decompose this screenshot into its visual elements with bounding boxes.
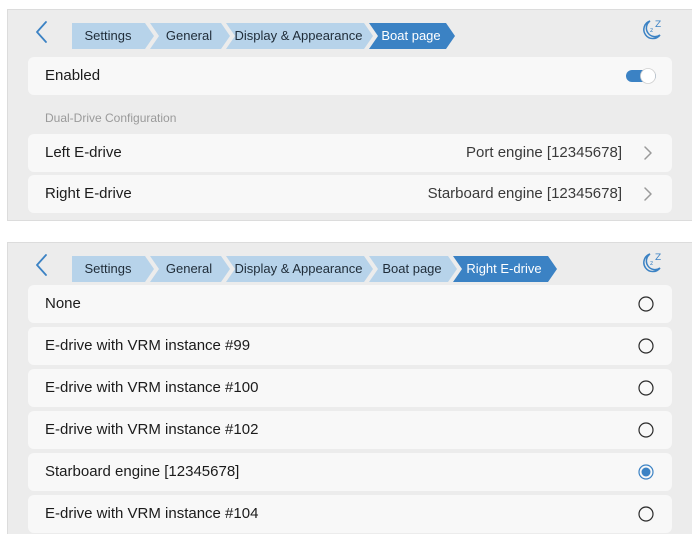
radio-button-icon[interactable] (638, 422, 654, 438)
chevron-left-icon[interactable] (28, 18, 56, 46)
breadcrumb-display-appearance[interactable]: Display & Appearance (226, 23, 373, 49)
option-row-none[interactable]: None (28, 285, 672, 323)
option-row-vrm-99[interactable]: E-drive with VRM instance #99 (28, 327, 672, 365)
option-row-vrm-104[interactable]: E-drive with VRM instance #104 (28, 495, 672, 533)
toolbar: Settings General Display & Appearance Bo… (8, 10, 692, 54)
left-edrive-value: Port engine [12345678] (466, 144, 622, 161)
svg-text:z: z (650, 260, 653, 267)
breadcrumb-label: Display & Appearance (234, 28, 363, 43)
radio-button-icon[interactable] (638, 464, 654, 480)
breadcrumb-label: General (165, 28, 213, 43)
breadcrumb-general[interactable]: General (150, 23, 230, 49)
breadcrumb-settings[interactable]: Settings (72, 23, 154, 49)
sleep-icon[interactable]: z Z (638, 16, 666, 44)
right-edrive-selection-panel: Settings General Display & Appearance Bo… (8, 243, 692, 534)
radio-button-icon[interactable] (638, 506, 654, 522)
right-edrive-label: Right E-drive (45, 185, 132, 202)
enabled-label: Enabled (45, 67, 101, 84)
radio-button-icon[interactable] (638, 338, 654, 354)
breadcrumb-label: Boat page (382, 261, 442, 276)
breadcrumb-label: Right E-drive (466, 261, 542, 276)
toolbar: Settings General Display & Appearance Bo… (8, 243, 692, 287)
breadcrumb-label: General (165, 261, 213, 276)
breadcrumb-settings[interactable]: Settings (72, 256, 154, 282)
toggle-switch-icon[interactable] (626, 68, 656, 84)
breadcrumb-boat-page[interactable]: Boat page (369, 256, 457, 282)
option-label: E-drive with VRM instance #104 (45, 505, 259, 522)
breadcrumb-label: Display & Appearance (234, 261, 363, 276)
option-label: Starboard engine [12345678] (45, 463, 240, 480)
option-row-vrm-102[interactable]: E-drive with VRM instance #102 (28, 411, 672, 449)
left-edrive-row[interactable]: Left E-drive Port engine [12345678] (28, 134, 672, 172)
option-label: E-drive with VRM instance #102 (45, 421, 259, 438)
breadcrumb-general[interactable]: General (150, 256, 230, 282)
option-row-vrm-100[interactable]: E-drive with VRM instance #100 (28, 369, 672, 407)
breadcrumb-right-edrive[interactable]: Right E-drive (453, 256, 557, 282)
option-label: E-drive with VRM instance #99 (45, 337, 251, 354)
boat-page-settings-panel: Settings General Display & Appearance Bo… (8, 10, 692, 220)
chevron-right-icon (644, 146, 652, 160)
svg-text:z: z (650, 27, 653, 34)
right-edrive-value: Starboard engine [12345678] (427, 185, 622, 202)
radio-button-icon[interactable] (638, 380, 654, 396)
chevron-left-icon[interactable] (28, 251, 56, 279)
chevron-right-icon (644, 187, 652, 201)
right-edrive-row[interactable]: Right E-drive Starboard engine [12345678… (28, 175, 672, 213)
svg-text:Z: Z (655, 20, 661, 30)
breadcrumb-label: Settings (84, 261, 132, 276)
svg-text:Z: Z (655, 253, 661, 263)
enabled-row[interactable]: Enabled (28, 57, 672, 95)
breadcrumb-label: Boat page (381, 28, 441, 43)
option-row-starboard-engine[interactable]: Starboard engine [12345678] (28, 453, 672, 491)
sleep-icon[interactable]: z Z (638, 249, 666, 277)
option-label: None (45, 295, 81, 312)
radio-button-icon[interactable] (638, 296, 654, 312)
left-edrive-label: Left E-drive (45, 144, 122, 161)
breadcrumb-label: Settings (84, 28, 132, 43)
section-header-dual-drive: Dual-Drive Configuration (45, 111, 177, 125)
breadcrumb-boat-page[interactable]: Boat page (369, 23, 455, 49)
option-label: E-drive with VRM instance #100 (45, 379, 259, 396)
breadcrumb-display-appearance[interactable]: Display & Appearance (226, 256, 373, 282)
